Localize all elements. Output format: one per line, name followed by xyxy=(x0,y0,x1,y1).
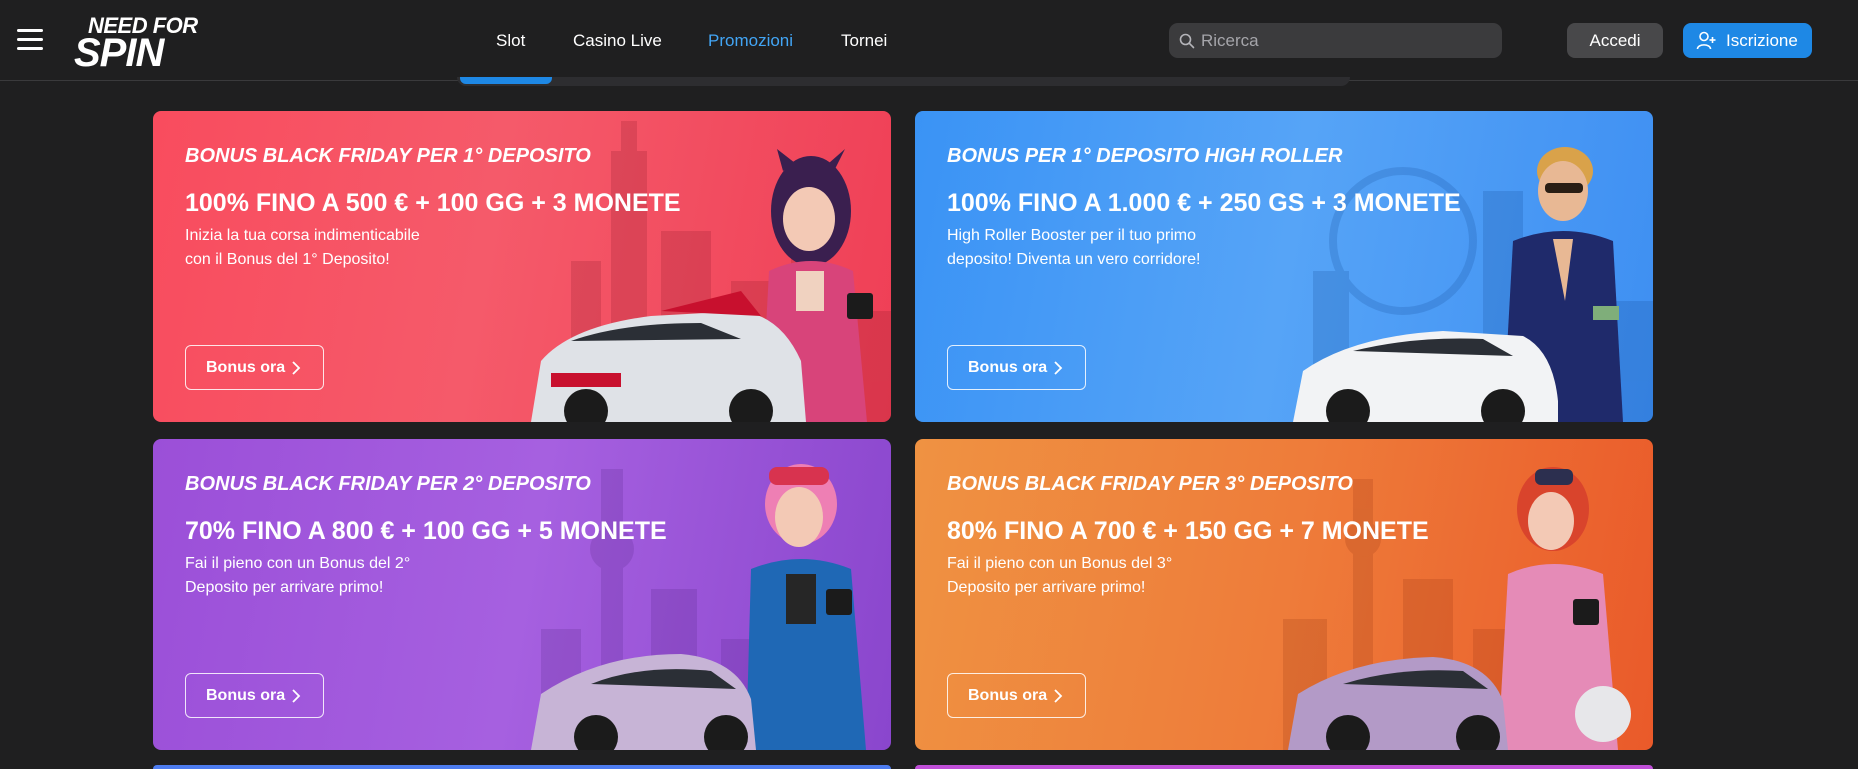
bonus-now-button[interactable]: Bonus ora xyxy=(947,345,1086,390)
promo-card-3: BONUS BLACK FRIDAY PER 2° DEPOSITO 70% F… xyxy=(153,439,891,750)
promo-title: 100% FINO A 1.000 € + 250 GS + 3 MONETE xyxy=(947,189,1461,217)
promo-title: 80% FINO A 700 € + 150 GG + 7 MONETE xyxy=(947,517,1429,545)
promo-title: 70% FINO A 800 € + 100 GG + 5 MONETE xyxy=(185,517,667,545)
promo-card-5-edge xyxy=(153,765,891,769)
promo-card-1: BONUS BLACK FRIDAY PER 1° DEPOSITO 100% … xyxy=(153,111,891,422)
active-tab-indicator[interactable] xyxy=(460,77,552,84)
chevron-right-icon xyxy=(1054,361,1063,375)
promo-kicker: BONUS BLACK FRIDAY PER 2° DEPOSITO xyxy=(185,473,591,495)
promo-description: Fai il pieno con un Bonus del 3° Deposit… xyxy=(947,555,1173,596)
promo-card-2: BONUS PER 1° DEPOSITO HIGH ROLLER 100% F… xyxy=(915,111,1653,422)
promo-tab-strip xyxy=(457,77,1350,86)
bonus-now-label: Bonus ora xyxy=(206,359,286,376)
bonus-now-button[interactable]: Bonus ora xyxy=(185,673,324,718)
promo-kicker: BONUS BLACK FRIDAY PER 3° DEPOSITO xyxy=(947,473,1353,495)
search-input[interactable] xyxy=(1201,23,1491,58)
promo-description: High Roller Booster per il tuo primo dep… xyxy=(947,227,1201,268)
menu-icon[interactable] xyxy=(17,29,43,51)
nav-slot[interactable]: Slot xyxy=(496,30,525,52)
nav-casino-live[interactable]: Casino Live xyxy=(573,30,662,52)
nav-promozioni[interactable]: Promozioni xyxy=(708,30,793,52)
search-icon xyxy=(1179,33,1195,49)
login-button[interactable]: Accedi xyxy=(1567,23,1663,58)
promo-card-4: BONUS BLACK FRIDAY PER 3° DEPOSITO 80% F… xyxy=(915,439,1653,750)
promo-kicker: BONUS PER 1° DEPOSITO HIGH ROLLER xyxy=(947,145,1343,167)
top-header: NEED FOR SPIN Slot Casino Live Promozion… xyxy=(0,0,1858,81)
chevron-right-icon xyxy=(292,361,301,375)
signup-label: Iscrizione xyxy=(1726,31,1798,50)
bonus-now-button[interactable]: Bonus ora xyxy=(185,345,324,390)
bonus-now-label: Bonus ora xyxy=(206,687,286,704)
nav-tornei[interactable]: Tornei xyxy=(841,30,887,52)
promo-title: 100% FINO A 500 € + 100 GG + 3 MONETE xyxy=(185,189,681,217)
promo-kicker: BONUS BLACK FRIDAY PER 1° DEPOSITO xyxy=(185,145,591,167)
bonus-now-label: Bonus ora xyxy=(968,687,1048,704)
chevron-right-icon xyxy=(1054,689,1063,703)
promo-description: Inizia la tua corsa indimenticabile con … xyxy=(185,227,420,268)
bonus-now-label: Bonus ora xyxy=(968,359,1048,376)
signup-button[interactable]: Iscrizione xyxy=(1683,23,1812,58)
site-logo[interactable]: NEED FOR SPIN xyxy=(74,14,214,74)
chevron-right-icon xyxy=(292,689,301,703)
search-box xyxy=(1169,23,1502,58)
bonus-now-button[interactable]: Bonus ora xyxy=(947,673,1086,718)
promo-card-6-edge xyxy=(915,765,1653,769)
promo-description: Fai il pieno con un Bonus del 2° Deposit… xyxy=(185,555,411,596)
add-user-icon xyxy=(1696,31,1716,50)
logo-line-2: SPIN xyxy=(74,31,164,75)
